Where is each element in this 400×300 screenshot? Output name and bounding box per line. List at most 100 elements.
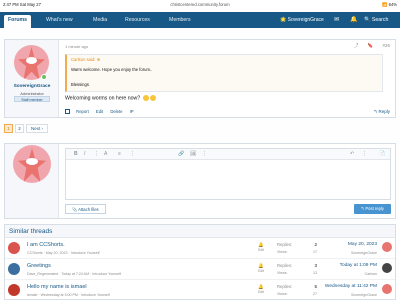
edit-label[interactable]: Edit <box>254 248 268 252</box>
more-options-icon[interactable]: ⋮ <box>362 151 367 157</box>
next-page-button[interactable]: Next › <box>26 124 48 133</box>
reply-count: 3 <box>314 263 317 268</box>
page-1-button[interactable]: 1 <box>4 124 13 133</box>
last-post-date[interactable]: Today at 1:09 PM <box>340 263 377 268</box>
quote-text: Warm welcome. Hope you enjoy the forum.. <box>71 67 153 72</box>
bookmark-icon[interactable]: 🔖 <box>368 43 374 48</box>
attach-files-button[interactable]: 📎 Attach files <box>65 204 106 214</box>
thread-author-avatar[interactable] <box>8 284 20 296</box>
last-post-date[interactable]: May 20, 2023 <box>348 242 377 247</box>
watch-icon[interactable]: 🔔 Edit <box>254 242 268 252</box>
more-text-options-icon[interactable]: ⋮ <box>94 151 99 157</box>
last-post-date[interactable]: Wednesday at 11:42 PM <box>325 284 377 289</box>
reply-button[interactable]: ↰ Reply <box>373 109 390 115</box>
watch-icon[interactable]: 🔔 Edit <box>254 263 268 273</box>
search-button[interactable]: 🔍 Search <box>364 15 388 26</box>
user-menu-name: SovereignGrace <box>287 17 324 23</box>
tab-members[interactable]: Members <box>165 15 195 26</box>
avatar <box>13 145 51 183</box>
last-poster-avatar[interactable] <box>382 263 392 273</box>
staff-banner: Staff member <box>14 96 50 102</box>
last-post-user[interactable]: SovereignGrace <box>351 293 377 297</box>
tab-whats-new[interactable]: What's new <box>42 15 77 26</box>
user-menu[interactable]: 🌟 SovereignGrace <box>280 15 324 26</box>
avatar-face <box>26 57 37 64</box>
quote-attribution[interactable]: Carlson said: ⊕ <box>71 57 100 62</box>
thread-author-avatar[interactable] <box>8 263 20 275</box>
post-timestamp[interactable]: 1 minute ago <box>65 44 88 49</box>
thread-meta: ismale · Wednesday at 3:00 PM · Introduc… <box>27 293 110 297</box>
post-body-text: Welcoming worms on here now? <box>65 95 141 102</box>
ip-link[interactable]: IP <box>130 109 134 114</box>
last-post-user[interactable]: Carlson <box>365 272 377 276</box>
search-label: Search <box>371 17 389 23</box>
inbox-icon[interactable]: ✉ <box>334 16 339 23</box>
select-checkbox[interactable] <box>65 109 70 115</box>
tab-forums[interactable]: Forums <box>4 15 32 28</box>
reply-author-panel <box>5 144 59 218</box>
views-label: Views: <box>277 292 288 296</box>
reply-count: 2 <box>314 242 317 247</box>
share-icon[interactable]: ⤴ <box>354 43 359 48</box>
edit-label[interactable]: Edit <box>254 290 268 294</box>
more-paragraph-options-icon[interactable]: ⋮ <box>130 151 135 157</box>
post-number[interactable]: #26 <box>382 43 390 48</box>
post-actions: Report Edit Delete IP <box>65 109 140 115</box>
replies-label: Replies: <box>277 284 293 289</box>
watch-icon[interactable]: 🔔 Edit <box>254 284 268 294</box>
tab-resources[interactable]: Resources <box>121 15 154 26</box>
emoji-icon <box>142 95 149 101</box>
views-label: Views: <box>277 271 288 275</box>
preview-icon[interactable]: 📄 <box>379 151 385 157</box>
view-count: 13 <box>313 271 317 275</box>
view-count: 17 <box>313 250 317 254</box>
message-editor[interactable]: B I ⋮ A ≡ ⋮ 🔗 🖼 ⋮ ↶ ⋮ 📄 <box>65 148 391 200</box>
attach-files-label: Attach files <box>78 207 99 212</box>
address-url[interactable]: christcentered.community.forum <box>0 2 400 7</box>
author-username[interactable]: SovereignGrace <box>5 84 59 89</box>
battery-indicator: 📶 64% <box>382 2 397 7</box>
similar-threads: Similar threads I am CCShorts. CCShorts … <box>4 224 396 300</box>
thread-title[interactable]: Greetings <box>27 263 51 269</box>
link-icon[interactable]: 🔗 <box>178 151 184 157</box>
last-poster-avatar[interactable] <box>382 284 392 294</box>
report-link[interactable]: Report <box>76 109 89 114</box>
replies-label: Replies: <box>277 242 293 247</box>
thread-meta: CCShorts · May 20, 2023 · Introduce Your… <box>27 251 100 255</box>
align-button[interactable]: ≡ <box>118 151 121 157</box>
last-post-user[interactable]: SovereignGrace <box>351 251 377 255</box>
reply-icon: ↰ <box>360 206 365 211</box>
paperclip-icon: 📎 <box>72 207 78 212</box>
alerts-icon[interactable]: 🔔 <box>350 16 357 23</box>
post-reply-button[interactable]: ↰ Post reply <box>353 204 391 214</box>
list-item[interactable]: I am CCShorts. CCShorts · May 20, 2023 ·… <box>5 239 395 259</box>
thread-author-avatar[interactable] <box>8 242 20 254</box>
editor-toolbar: B I ⋮ A ≡ ⋮ 🔗 🖼 ⋮ ↶ ⋮ 📄 <box>66 149 390 160</box>
italic-button[interactable]: I <box>84 151 85 157</box>
quote-block: Carlson said: ⊕ Warm welcome. Hope you e… <box>65 54 383 92</box>
delete-link[interactable]: Delete <box>110 109 122 114</box>
replies-label: Replies: <box>277 263 293 268</box>
reply-icon: ↰ <box>373 109 378 114</box>
bold-button[interactable]: B <box>74 151 78 157</box>
more-insert-options-icon[interactable]: ⋮ <box>202 151 207 157</box>
last-poster-avatar[interactable] <box>382 242 392 252</box>
font-color-button[interactable]: A <box>104 151 107 157</box>
list-item[interactable]: Greetings Dave_Regenerated · Today at 7:… <box>5 260 395 280</box>
views-label: Views: <box>277 250 288 254</box>
tab-media[interactable]: Media <box>89 15 111 26</box>
thread-title[interactable]: Hello my name is ismael <box>27 284 87 290</box>
emoji-icon <box>149 95 156 101</box>
post-reply-label: Post reply <box>365 206 384 211</box>
thread-meta: Dave_Regenerated · Today at 7:24 AM · In… <box>27 272 122 276</box>
edit-link[interactable]: Edit <box>96 109 103 114</box>
reply-label: Reply <box>378 109 390 114</box>
undo-icon[interactable]: ↶ <box>350 151 354 157</box>
thread-title[interactable]: I am CCShorts. <box>27 242 65 248</box>
image-icon[interactable]: 🖼 <box>190 151 196 157</box>
edit-label[interactable]: Edit <box>254 269 268 273</box>
post: SovereignGrace Administrator Staff membe… <box>4 39 396 118</box>
page-2-button[interactable]: 2 <box>15 124 24 133</box>
list-item[interactable]: Hello my name is ismael ismale · Wednesd… <box>5 281 395 300</box>
online-indicator <box>41 74 47 80</box>
